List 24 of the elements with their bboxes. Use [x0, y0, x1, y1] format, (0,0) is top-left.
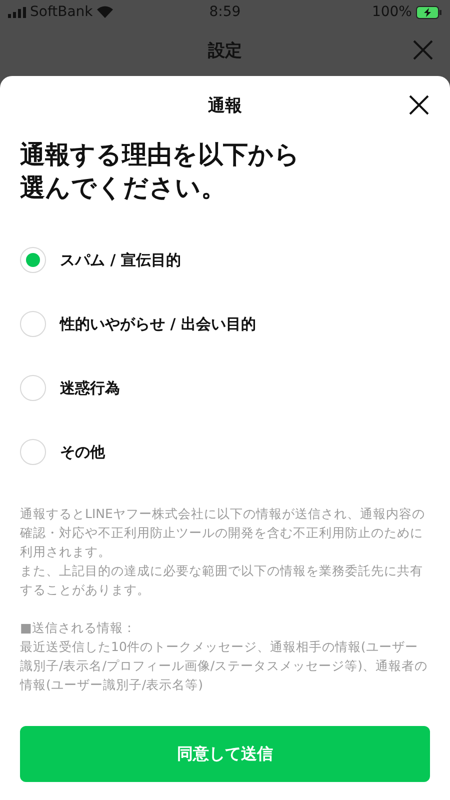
battery-percent: 100%	[372, 4, 412, 20]
carrier-name: SoftBank	[30, 4, 93, 20]
radio-button[interactable]	[20, 375, 46, 401]
info-text: 最近送受信した10件のトークメッセージ、通報相手の情報(ユーザー識別子/表示名/プロフィール画像/ステータスメッセージ等)、通報者の情報(ユーザー識別子/表示名等)	[20, 638, 429, 694]
status-time: 8:59	[209, 4, 241, 20]
option-label[interactable]: その他	[60, 442, 105, 462]
option-label[interactable]: 迷惑行為	[60, 378, 120, 398]
info-title: ■送信される情報：	[20, 619, 137, 637]
notice-text: また、上記目的の達成に必要な範囲で以下の情報を業務委託先に共有することがあります。	[20, 562, 424, 599]
radio-button[interactable]	[20, 247, 46, 273]
heading: 通報する理由を以下から選んでください。	[20, 139, 301, 204]
battery-icon	[416, 6, 442, 18]
sheet-title: 通報	[208, 94, 242, 116]
close-button[interactable]	[408, 94, 430, 116]
signal-icon	[8, 6, 26, 18]
option-label[interactable]: スパム / 宣伝目的	[60, 250, 181, 270]
radio-button[interactable]	[20, 439, 46, 465]
header-title: 設定	[208, 40, 242, 62]
radio-button[interactable]	[20, 311, 46, 337]
option-label[interactable]: 性的いやがらせ / 出会い目的	[60, 314, 256, 334]
close-icon	[412, 39, 434, 61]
wifi-icon	[96, 6, 113, 18]
close-icon	[408, 94, 430, 116]
notice-text: 通報するとLINEヤフー株式会社に以下の情報が送信され、通報内容の確認・対応や不正利用防止ツールの開発を含む不正利用防止のために利用されます。	[20, 505, 426, 561]
